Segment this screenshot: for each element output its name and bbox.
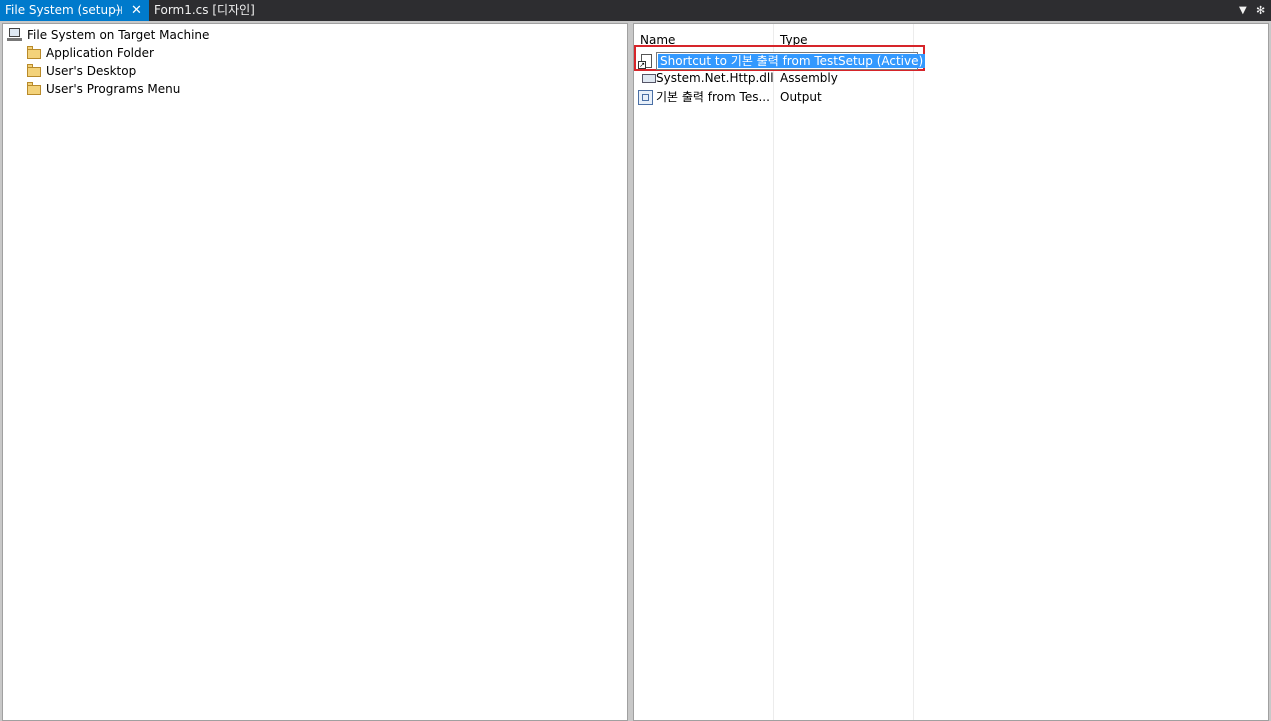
project-output-icon [638, 90, 653, 105]
computer-icon [7, 28, 23, 42]
list-item-assembly[interactable]: System.Net.Http.dll Assembly [634, 69, 1270, 87]
list-item-output[interactable]: 기본 출력 from Tes... Output [634, 88, 1270, 106]
rename-input[interactable]: Shortcut to 기본 출력 from TestSetup (Active… [656, 52, 926, 70]
file-list[interactable]: Name Type ↗ Shortcut to 기본 출력 from TestS… [633, 23, 1269, 721]
folder-icon [26, 64, 42, 78]
editor-area: File System on Target Machine Applicatio… [0, 21, 1271, 721]
list-item-name: System.Net.Http.dll [656, 71, 774, 85]
pin-icon[interactable]: ⊣ [113, 0, 123, 21]
gear-icon[interactable]: ✻ [1256, 0, 1265, 22]
list-item-type: Output [780, 90, 822, 104]
folder-icon [26, 82, 42, 96]
assembly-icon [642, 74, 656, 83]
tab-label: File System (setup) [5, 3, 121, 17]
column-divider[interactable] [913, 24, 914, 720]
tab-file-system[interactable]: File System (setup) ⊣ ✕ [0, 0, 149, 21]
dropdown-icon[interactable]: ▼ [1239, 0, 1247, 22]
folder-icon [26, 46, 42, 60]
column-divider[interactable] [773, 24, 774, 720]
list-item-name: 기본 출력 from Tes... [656, 90, 770, 104]
list-item-type: Assembly [780, 71, 838, 85]
file-system-tree[interactable]: File System on Target Machine Applicatio… [2, 23, 628, 721]
close-icon[interactable]: ✕ [131, 0, 142, 21]
shortcut-icon: ↗ [638, 53, 654, 69]
rename-input-text: Shortcut to 기본 출력 from TestSetup (Active… [658, 54, 926, 68]
document-tab-bar: File System (setup) ⊣ ✕ Form1.cs [디자인] ▼… [0, 0, 1271, 21]
tab-form1-design[interactable]: Form1.cs [디자인] [149, 0, 255, 21]
tab-label: Form1.cs [디자인] [154, 3, 255, 17]
